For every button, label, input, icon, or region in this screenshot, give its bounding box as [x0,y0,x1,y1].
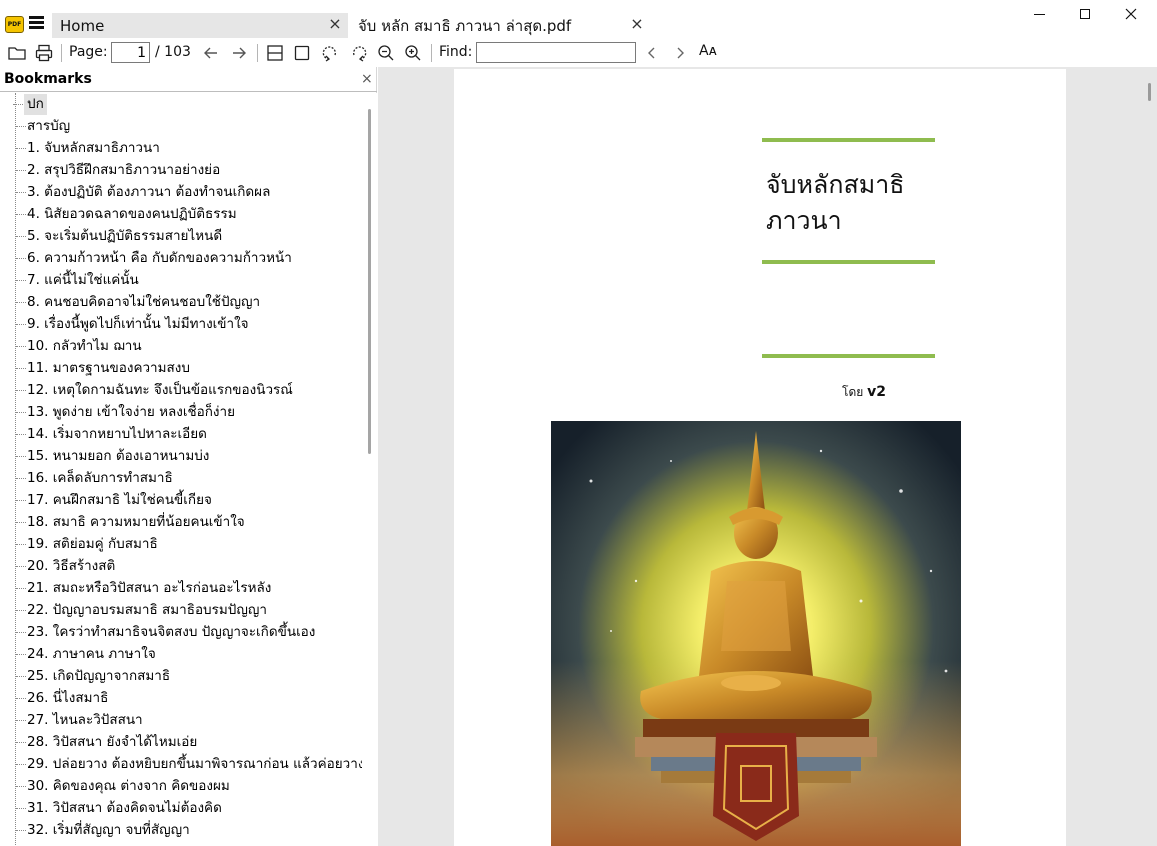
single-page-icon[interactable] [292,43,312,63]
bookmark-item[interactable]: 7. แค่นี้ไม่ใช่แค่นั้น [16,270,139,291]
bookmark-item[interactable]: 25. เกิดปัญญาจากสมาธิ [15,666,170,687]
bookmark-item[interactable]: 5. จะเริ่มต้นปฏิบัติธรรมสายไหนดี [15,226,222,247]
bookmark-item[interactable]: 8. คนชอบคิดอาจไม่ใช่คนชอบใช้ปัญญา [15,292,260,313]
maximize-button[interactable] [1062,0,1108,28]
sidebar-title: Bookmarks [4,71,92,87]
bookmark-item[interactable]: 32. เริ่มที่สัญญา จบที่สัญญา [16,820,190,841]
bookmark-item[interactable]: 30. คิดของคุณ ต่างจาก คิดของผม [16,776,230,797]
tab-label: จับ หลัก สมาธิ ภาวนา ล่าสุด.pdf [358,16,572,35]
rotate-left-icon[interactable] [320,43,340,63]
scrollbar-thumb[interactable] [368,109,371,454]
maximize-icon [1080,9,1090,19]
find-input[interactable] [476,42,636,63]
cover-title: จับหลักสมาธิ ภาวนา [766,167,966,239]
bookmark-item[interactable]: 27. ไหนละวิปัสสนา [16,710,143,731]
minimize-button[interactable] [1016,0,1062,28]
bookmark-item[interactable]: 20. วิธีสร้างสติ [15,556,115,577]
page-number-input[interactable] [111,42,150,63]
close-icon[interactable]: × [361,71,373,87]
printer-icon[interactable] [34,43,54,63]
tree-connector [15,93,16,846]
toolbar-separator [257,44,258,62]
folder-icon[interactable] [7,43,27,63]
bookmark-item[interactable]: 13. พูดง่าย เข้าใจง่าย หลงเชื่อก็ง่าย [15,402,235,423]
bookmark-item[interactable]: 4. นิสัยอวดฉลาดของคนปฏิบัติธรรม [16,204,237,225]
close-icon[interactable]: × [630,16,644,32]
bookmark-item[interactable]: ปก [13,94,47,115]
cover-title-line: ภาวนา [766,206,842,235]
toolbar-separator [431,44,432,62]
bookmark-item[interactable]: 10. กลัวทำไม ฌาน [16,336,142,357]
chevron-right-icon[interactable] [670,43,690,63]
cover-title-line: จับหลักสมาธิ [766,170,905,199]
bookmark-item[interactable]: สารบัญ [15,116,70,137]
rotate-right-icon[interactable] [349,43,369,63]
minimize-icon [1033,13,1045,15]
bookmark-item[interactable]: 15. หนามยอก ต้องเอาหนามบ่ง [15,446,209,467]
bookmark-item[interactable]: 3. ต้องปฏิบัติ ต้องภาวนา ต้องทำจนเกิดผล [15,182,270,203]
bookmark-item[interactable]: 2. สรุปวิธีฝึกสมาธิภาวนาอย่างย่อ [15,160,220,181]
bookmark-item[interactable]: 23. ใครว่าทำสมาธิจนจิตสงบ ปัญญาจะเกิดขึ้… [15,622,315,643]
bookmark-item[interactable]: 11. มาตรฐานของความสงบ [16,358,190,379]
toolbar: Page: / 103 Find: Aᴀ [0,38,1157,67]
tab-label: Home [60,16,105,35]
buddha-statue-image [551,421,961,846]
sidebar-header: Bookmarks × [0,67,377,92]
bookmark-item[interactable]: 1. จับหลักสมาธิภาวนา [16,138,160,159]
bookmark-tree: ปก สารบัญ 1. จับหลักสมาธิภาวนา 2. สรุปวิ… [0,93,362,846]
sidebar-scrollbar[interactable] [364,93,377,846]
arrow-left-icon[interactable] [201,43,221,63]
tab-home[interactable]: Home × [52,13,348,38]
bookmark-item[interactable]: 21. สมถะหรือวิปัสสนา อะไรก่อนอะไรหลัง [15,578,271,599]
close-icon [1125,8,1137,20]
zoom-out-icon[interactable] [376,43,396,63]
bookmark-item[interactable]: 19. สติย่อมคู่ กับสมาธิ [16,534,158,555]
page-label: Page: [69,44,108,60]
pdf-page: จับหลักสมาธิ ภาวนา โดย v2 [454,69,1066,846]
byline-prefix: โดย [842,385,864,399]
bookmarks-sidebar: Bookmarks × ปก สารบัญ 1. จับหลักสมาธิภาว… [0,67,377,846]
bookmark-item[interactable]: 29. ปล่อยวาง ต้องหยิบยกขึ้นมาพิจารณาก่อน… [15,754,362,775]
bookmark-item[interactable]: 6. ความก้าวหน้า คือ กับดักของความก้าวหน้… [16,248,292,269]
bookmark-item[interactable]: 28. วิปัสสนา ยังจำได้ไหมเอ่ย [15,732,197,753]
byline-author: v2 [867,384,886,400]
chevron-left-icon[interactable] [642,43,662,63]
bookmark-item[interactable]: 17. คนฝึกสมาธิ ไม่ใช่คนขี้เกียจ [16,490,212,511]
toolbar-separator [61,44,62,62]
fit-page-icon[interactable] [265,43,285,63]
window-close-button[interactable] [1108,0,1154,28]
bookmark-item[interactable]: 14. เริ่มจากหยาบไปหาละเอียด [16,424,207,445]
bookmark-item[interactable]: 22. ปัญญาอบรมสมาธิ สมาธิอบรมปัญญา [16,600,267,621]
decorative-rule [762,138,935,142]
tab-document[interactable]: จับ หลัก สมาธิ ภาวนา ล่าสุด.pdf × [350,13,650,38]
bookmark-item[interactable]: 9. เรื่องนี้พูดไปก็เท่านั้น ไม่มีทางเข้า… [16,314,249,335]
zoom-in-icon[interactable] [403,43,423,63]
bookmark-item[interactable]: 26. นี่ไงสมาธิ [15,688,108,709]
byline: โดย v2 [754,383,974,402]
bookmark-item[interactable]: 31. วิปัสสนา ต้องคิดจนไม่ต้องคิด [16,798,222,819]
document-scrollbar[interactable] [1144,67,1157,846]
document-viewport[interactable]: จับหลักสมาธิ ภาวนา โดย v2 [378,67,1157,846]
title-bar: PDF Home × จับ หลัก สมาธิ ภาวนา ล่าสุด.p… [0,0,1157,38]
bookmark-item[interactable]: 18. สมาธิ ความหมายที่น้อยคนเข้าใจ [16,512,245,533]
scrollbar-thumb[interactable] [1148,83,1151,101]
menu-icon[interactable] [29,16,44,30]
app-logo[interactable]: PDF [5,16,24,33]
bookmark-item[interactable]: 24. ภาษาคน ภาษาใจ [16,644,156,665]
close-icon[interactable]: × [328,16,342,32]
decorative-rule [762,354,935,358]
arrow-right-icon[interactable] [229,43,249,63]
find-label: Find: [439,44,473,60]
bookmark-item[interactable]: 16. เคล็ดลับการทำสมาธิ [16,468,173,489]
page-total: / 103 [155,44,191,60]
bookmark-item[interactable]: 12. เหตุใดกามฉันทะ จึงเป็นข้อแรกของนิวรณ… [16,380,293,401]
decorative-rule [762,260,935,264]
match-case-toggle[interactable]: Aᴀ [699,43,717,59]
